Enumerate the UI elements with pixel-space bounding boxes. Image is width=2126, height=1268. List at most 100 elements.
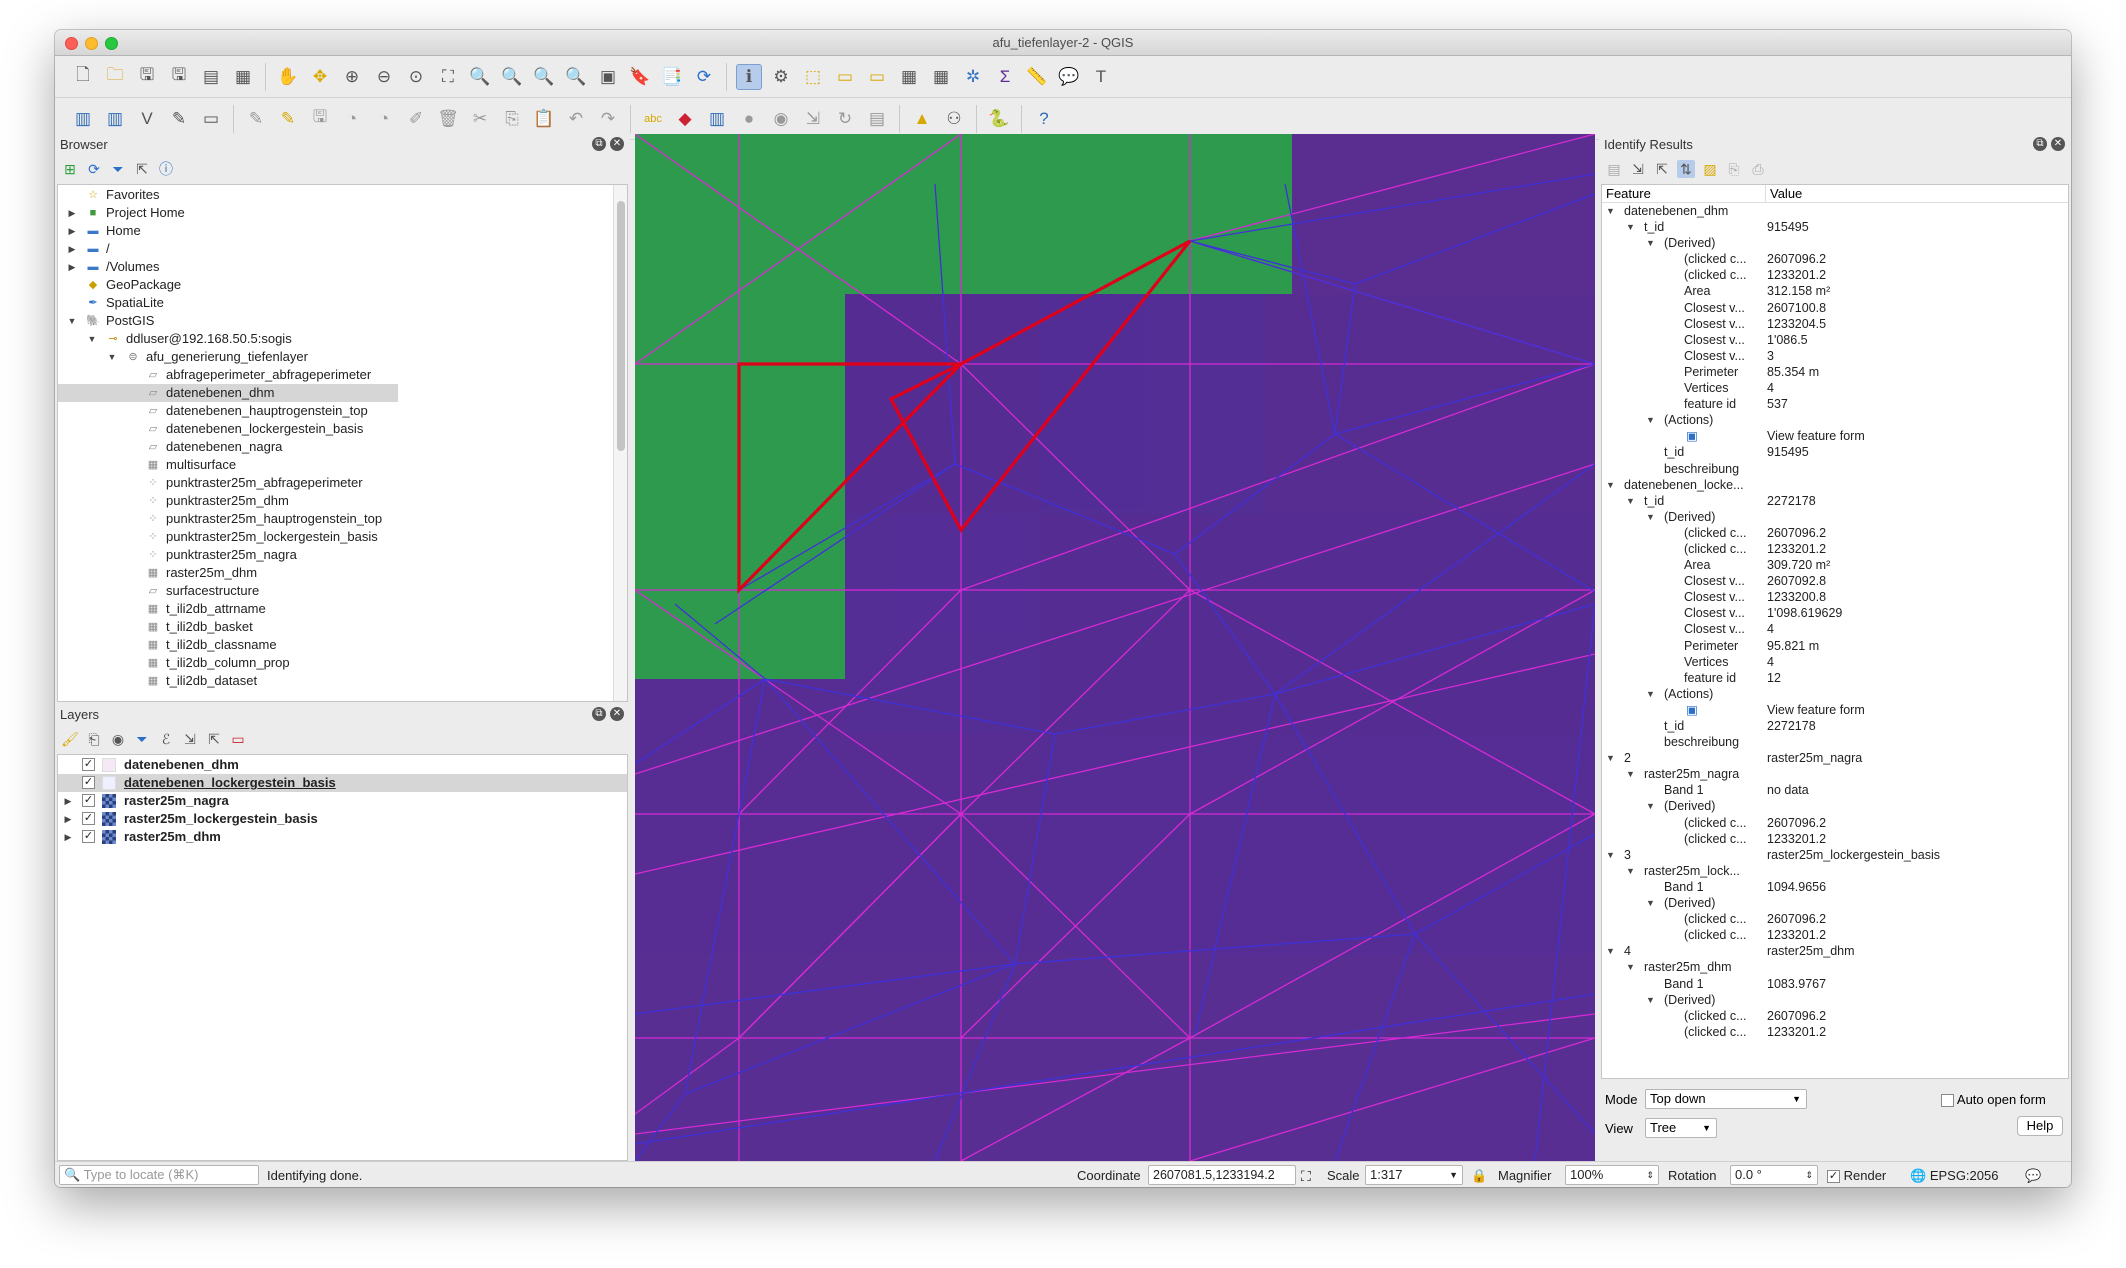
- browser-item[interactable]: ▱ datenebenen_hauptrogenstein_top: [58, 402, 627, 420]
- mode-select[interactable]: Top down ▼: [1645, 1089, 1807, 1109]
- identify-result-row[interactable]: ▣ View feature form: [1602, 702, 2068, 718]
- browser-item[interactable]: ▶ ■ Project Home: [58, 204, 627, 222]
- float-panel-icon[interactable]: ⧉: [592, 707, 606, 721]
- help-contents-icon[interactable]: ?: [1031, 106, 1057, 132]
- identify-result-row[interactable]: (clicked c... 1233201.2: [1602, 831, 2068, 847]
- remove-layer-icon[interactable]: ▭: [229, 730, 247, 748]
- vertex-tool-icon[interactable]: ◔: [371, 106, 397, 132]
- collapse-arrow-icon[interactable]: ▼: [66, 312, 78, 330]
- pin-labels-icon[interactable]: ●: [736, 106, 762, 132]
- identify-result-row[interactable]: (clicked c... 2607096.2: [1602, 251, 2068, 267]
- identify-result-row[interactable]: ▼ 2 raster25m_nagra: [1602, 750, 2068, 766]
- layer-diagram-icon[interactable]: ▥: [704, 106, 730, 132]
- zoom-layer-icon[interactable]: 🔍: [499, 64, 525, 90]
- paste-features-icon[interactable]: 📋: [531, 106, 557, 132]
- identify-result-row[interactable]: ▼ (Derived): [1602, 798, 2068, 814]
- zoom-out-icon[interactable]: ⊖: [371, 64, 397, 90]
- field-calculator-icon[interactable]: ▦: [928, 64, 954, 90]
- help-button[interactable]: Help: [2017, 1116, 2063, 1136]
- move-label-icon[interactable]: ⇲: [800, 106, 826, 132]
- identify-result-row[interactable]: Perimeter 95.821 m: [1602, 638, 2068, 654]
- collapse-arrow-icon[interactable]: ▼: [1626, 766, 1635, 782]
- identify-result-row[interactable]: Vertices 4: [1602, 380, 2068, 396]
- expand-arrow-icon[interactable]: ▶: [62, 810, 74, 828]
- collapse-all-icon[interactable]: ⇱: [133, 160, 151, 178]
- layer-item[interactable]: ▶ ✓ raster25m_dhm: [58, 828, 627, 846]
- measure-icon[interactable]: 📏: [1024, 64, 1050, 90]
- pan-to-selection-icon[interactable]: ✥: [307, 64, 333, 90]
- toolbox-icon[interactable]: ✲: [960, 64, 986, 90]
- identify-result-row[interactable]: Vertices 4: [1602, 654, 2068, 670]
- identify-result-row[interactable]: ▼ (Derived): [1602, 895, 2068, 911]
- browser-item[interactable]: ⁘ punktraster25m_hauptrogenstein_top: [58, 510, 627, 528]
- identify-result-row[interactable]: ▼ (Derived): [1602, 509, 2068, 525]
- browser-item[interactable]: ⁘ punktraster25m_dhm: [58, 492, 627, 510]
- render-checkbox[interactable]: ✓: [1827, 1170, 1840, 1184]
- feature-value[interactable]: View feature form: [1767, 428, 1865, 444]
- identify-result-row[interactable]: Closest v... 1233204.5: [1602, 316, 2068, 332]
- browser-item[interactable]: ▼ ⊜ afu_generierung_tiefenlayer: [58, 348, 627, 366]
- identify-result-row[interactable]: (clicked c... 2607096.2: [1602, 525, 2068, 541]
- layers-tree[interactable]: ✓ datenebenen_dhm ✓ datenebenen_lockergeste…: [57, 754, 628, 1161]
- change-label-icon[interactable]: ▤: [864, 106, 890, 132]
- close-panel-icon[interactable]: ✕: [610, 707, 624, 721]
- delete-selected-icon[interactable]: 🗑: [435, 106, 461, 132]
- identify-icon[interactable]: ℹ: [736, 63, 762, 90]
- identify-result-row[interactable]: ▣ View feature form: [1602, 428, 2068, 444]
- collapse-arrow-icon[interactable]: ▼: [106, 348, 118, 366]
- browser-item[interactable]: ▶ ▬ /Volumes: [58, 258, 627, 276]
- save-project-icon[interactable]: 🖫: [134, 64, 160, 90]
- new-map-view-icon[interactable]: ▣: [595, 64, 621, 90]
- identify-result-row[interactable]: (clicked c... 1233201.2: [1602, 1024, 2068, 1040]
- collapse-tree-icon[interactable]: ⇱: [1653, 160, 1671, 178]
- identify-result-row[interactable]: ▼ 3 raster25m_lockergestein_basis: [1602, 847, 2068, 863]
- identify-result-row[interactable]: feature id 12: [1602, 670, 2068, 686]
- zoom-next-icon[interactable]: 🔍: [563, 64, 589, 90]
- browser-item[interactable]: ▦ raster25m_dhm: [58, 564, 627, 582]
- feature-value[interactable]: View feature form: [1767, 702, 1865, 718]
- identify-result-row[interactable]: Band 1 1083.9767: [1602, 976, 2068, 992]
- browser-item[interactable]: ▶ ▬ /: [58, 240, 627, 258]
- browser-item[interactable]: ▱ datenebenen_nagra: [58, 438, 627, 456]
- identify-result-row[interactable]: (clicked c... 2607096.2: [1602, 911, 2068, 927]
- add-selected-layers-icon[interactable]: ⊞: [61, 160, 79, 178]
- new-memory-layer-icon[interactable]: ▭: [198, 106, 224, 132]
- layer-item[interactable]: ▶ ✓ raster25m_nagra: [58, 792, 627, 810]
- collapse-arrow-icon[interactable]: ▼: [1606, 477, 1615, 493]
- python-console-icon[interactable]: 🐍: [986, 106, 1012, 132]
- collapse-arrow-icon[interactable]: ▼: [1646, 798, 1655, 814]
- select-features-icon[interactable]: ⬚: [800, 64, 826, 90]
- browser-item[interactable]: ▦ t_ili2db_column_prop: [58, 654, 627, 672]
- style-panel-icon[interactable]: 🖌: [61, 730, 79, 748]
- layer-visibility-checkbox[interactable]: ✓: [82, 830, 95, 843]
- layer-visibility-checkbox[interactable]: ✓: [82, 758, 95, 771]
- identify-result-row[interactable]: Closest v... 3: [1602, 348, 2068, 364]
- browser-item[interactable]: ⁘ punktraster25m_abfrageperimeter: [58, 474, 627, 492]
- layer-labeling-icon[interactable]: ◆: [672, 106, 698, 132]
- add-group-icon[interactable]: ⎗: [85, 730, 103, 748]
- identify-result-row[interactable]: ▼ (Actions): [1602, 686, 2068, 702]
- collapse-arrow-icon[interactable]: ▼: [1646, 686, 1655, 702]
- gps-tools-icon[interactable]: ⚇: [941, 106, 967, 132]
- collapse-arrow-icon[interactable]: ▼: [1606, 203, 1615, 219]
- browser-item[interactable]: ⁘ punktraster25m_nagra: [58, 546, 627, 564]
- save-as-icon[interactable]: 🖫: [166, 64, 192, 90]
- expand-arrow-icon[interactable]: ▶: [62, 792, 74, 810]
- expand-new-icon[interactable]: ⇅: [1677, 160, 1695, 178]
- current-edits-icon[interactable]: ✎: [243, 106, 269, 132]
- undo-icon[interactable]: ↶: [563, 106, 589, 132]
- show-bookmarks-icon[interactable]: 📑: [659, 64, 685, 90]
- browser-item[interactable]: ☆ Favorites: [58, 186, 627, 204]
- statistics-icon[interactable]: Σ: [992, 64, 1018, 90]
- maximize-window-button[interactable]: [105, 37, 118, 50]
- close-window-button[interactable]: [65, 37, 78, 50]
- collapse-arrow-icon[interactable]: ▼: [1646, 412, 1655, 428]
- topology-checker-icon[interactable]: ▲: [909, 106, 935, 132]
- open-project-icon[interactable]: 🗀: [102, 64, 128, 90]
- close-panel-icon[interactable]: ✕: [2051, 137, 2065, 151]
- attribute-table-icon[interactable]: ▦: [896, 64, 922, 90]
- browser-item[interactable]: ◆ GeoPackage: [58, 276, 627, 294]
- toggle-editing-icon[interactable]: ✎: [275, 106, 301, 132]
- identify-result-row[interactable]: Band 1 1094.9656: [1602, 879, 2068, 895]
- manage-visibility-icon[interactable]: ◉: [109, 730, 127, 748]
